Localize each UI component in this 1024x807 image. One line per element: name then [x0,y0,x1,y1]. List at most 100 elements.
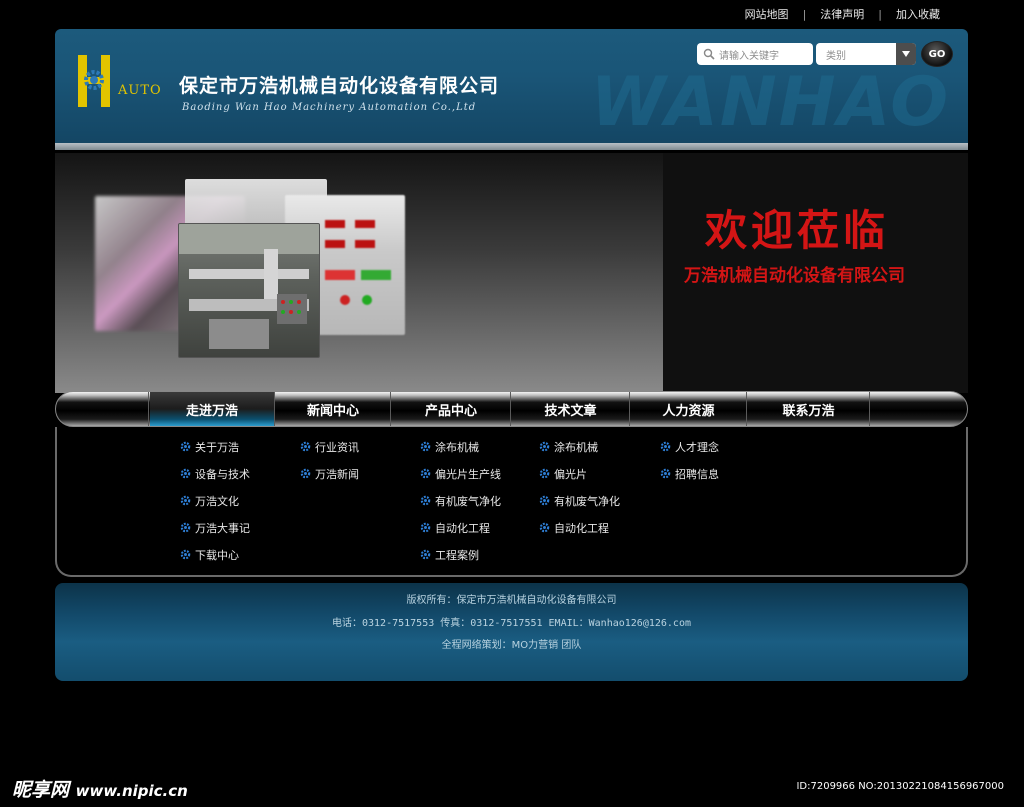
bookmark-link[interactable]: 加入收藏 [882,6,954,22]
submenu-item-label: 招聘信息 [675,467,719,481]
submenu-item-label: 万浩大事记 [195,521,250,535]
nav-divider-start [56,392,149,426]
footer-credit: 全程网络策划：MO力营销 团队 [441,640,582,651]
image-id: ID:7209966 NO:20130221084156967000 [796,781,1004,792]
submenu-item[interactable]: 人才理念 [660,433,719,460]
gear-icon [180,522,191,533]
top-links: 网站地图 | 法律声明 | 加入收藏 [731,6,954,22]
submenu-item-label: 自动化工程 [554,521,609,535]
category-select[interactable]: 类别 [816,43,916,65]
company-name-en: Baoding Wan Hao Machinery Automation Co.… [182,102,477,113]
site-header: AUTO 保定市万浩机械自动化设备有限公司 Baoding Wan Hao Ma… [55,29,968,147]
gear-icon [180,468,191,479]
submenu-item-label: 有机废气净化 [435,494,501,508]
nav-item-about[interactable]: 走进万浩 [150,392,275,426]
submenu-col-news: 行业资讯 万浩新闻 [300,433,359,487]
submenu-item[interactable]: 有机废气净化 [539,487,620,514]
gear-icon [539,441,550,452]
submenu-item-label: 人才理念 [675,440,719,454]
submenu-item-label: 有机废气净化 [554,494,620,508]
welcome-title: 欢迎莅临 [705,206,890,255]
gear-icon [300,468,311,479]
nav-item-news[interactable]: 新闻中心 [276,392,391,426]
category-label: 类别 [826,50,846,62]
gear-icon [420,495,431,506]
sitemap-link[interactable]: 网站地图 [731,6,803,22]
submenu-item[interactable]: 万浩文化 [180,487,250,514]
submenu-item-label: 下载中心 [195,548,239,562]
submenu-item[interactable]: 工程案例 [420,541,501,568]
submenu-col-hr: 人才理念 招聘信息 [660,433,719,487]
submenu-item[interactable]: 偏光片生产线 [420,460,501,487]
watermark-url: www.nipic.cn [75,782,188,800]
search-placeholder: 请输入关键字 [719,50,779,62]
submenu-item-label: 万浩新闻 [315,467,359,481]
submenu-item-label: 自动化工程 [435,521,490,535]
submenu-item-label: 行业资讯 [315,440,359,454]
submenu-item-label: 万浩文化 [195,494,239,508]
search-input[interactable]: 请输入关键字 [697,43,813,65]
gear-icon [300,441,311,452]
gear-icon [539,495,550,506]
submenu-item[interactable]: 涂布机械 [539,433,620,460]
submenu-item[interactable]: 设备与技术 [180,460,250,487]
submenu-item[interactable]: 万浩新闻 [300,460,359,487]
gear-icon [180,495,191,506]
header-divider [55,143,968,150]
submenu-item[interactable]: 招聘信息 [660,460,719,487]
submenu-item-label: 偏光片生产线 [435,467,501,481]
gear-icon [420,522,431,533]
gear-icon [420,549,431,560]
submenu-item-label: 设备与技术 [195,467,250,481]
submenu-item-label: 工程案例 [435,548,479,562]
nav-item-hr[interactable]: 人力资源 [631,392,747,426]
submenu-item-label: 涂布机械 [435,440,479,454]
legal-link[interactable]: 法律声明 [806,6,878,22]
submenu-item[interactable]: 涂布机械 [420,433,501,460]
welcome-subtitle: 万浩机械自动化设备有限公司 [684,266,905,286]
gear-icon [539,522,550,533]
gear-icon [539,468,550,479]
submenu-item[interactable]: 行业资讯 [300,433,359,460]
gear-icon [660,468,671,479]
company-logo [78,55,110,107]
gear-icon [180,549,191,560]
banner-photo-area [55,153,663,393]
site-footer: 版权所有：保定市万浩机械自动化设备有限公司 电话：0312-7517553 传真… [55,583,968,681]
gear-icon [180,441,191,452]
banner-photo-front [178,223,320,358]
go-button[interactable]: GO [921,41,953,67]
nav-item-products[interactable]: 产品中心 [392,392,511,426]
submenu-item-label: 涂布机械 [554,440,598,454]
submenu-col-products: 涂布机械偏光片生产线 有机废气净化 自动化工程工程案例 [420,433,501,568]
footer-contact: 电话：0312-7517553 传真：0312-7517551 EMAIL：Wa… [332,618,691,629]
submenu-item[interactable]: 关于万浩 [180,433,250,460]
submenu-item[interactable]: 偏光片 [539,460,620,487]
nav-item-contact[interactable]: 联系万浩 [748,392,870,426]
banner: 欢迎莅临 万浩机械自动化设备有限公司 [55,153,968,393]
watermark-brand: 昵享网 [12,779,70,801]
submenu-item[interactable]: 有机废气净化 [420,487,501,514]
submenu-item-label: 偏光片 [554,467,587,481]
chevron-down-icon [896,43,916,65]
source-watermark: 昵享网 www.nipic.cn [12,775,188,802]
submenu-panel: 关于万浩设备与技术万浩文化万浩大事记下载中心 行业资讯万浩新闻 涂布机械偏光片生… [55,427,968,577]
header-watermark: WANHAO [590,63,950,142]
footer-copyright: 版权所有：保定市万浩机械自动化设备有限公司 [406,595,617,606]
submenu-item-label: 关于万浩 [195,440,239,454]
search-icon [703,48,715,60]
submenu-item[interactable]: 自动化工程 [539,514,620,541]
nav-item-articles[interactable]: 技术文章 [512,392,630,426]
gear-icon [660,441,671,452]
submenu-item[interactable]: 万浩大事记 [180,514,250,541]
submenu-item[interactable]: 自动化工程 [420,514,501,541]
company-name: 保定市万浩机械自动化设备有限公司 [179,75,500,97]
submenu-col-articles: 涂布机械偏光片有机废气净化 自动化工程 [539,433,620,541]
gear-icon [420,468,431,479]
machine-graphic [179,224,319,349]
gear-icon [420,441,431,452]
logo-text: AUTO [118,83,162,98]
submenu-item[interactable]: 下载中心 [180,541,250,568]
main-nav: 走进万浩 新闻中心 产品中心 技术文章 人力资源 联系万浩 [55,391,968,427]
submenu-col-about: 关于万浩设备与技术万浩文化万浩大事记下载中心 [180,433,250,568]
